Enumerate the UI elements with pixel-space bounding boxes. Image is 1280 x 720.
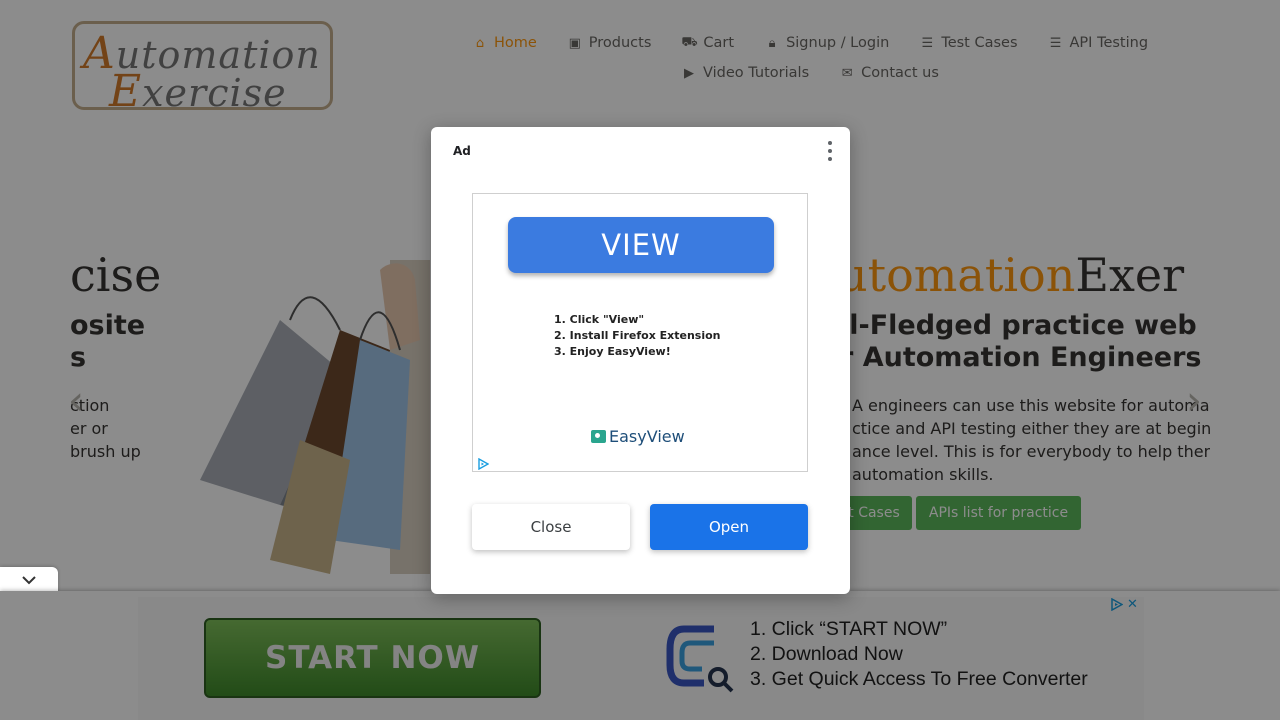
close-ad-button[interactable]: Close — [472, 504, 630, 550]
open-ad-button[interactable]: Open — [650, 504, 808, 550]
chevron-down-icon — [22, 576, 36, 585]
ad-steps: 1. Click "View" 2. Install Firefox Exten… — [554, 313, 721, 358]
bottom-ad-banner: START NOW 1. Click “START NOW” 2. Downlo… — [0, 591, 1280, 720]
more-options-icon[interactable] — [826, 141, 834, 161]
adchoices-icon[interactable] — [1110, 598, 1123, 611]
bottom-ad-steps: 1. Click “START NOW” 2. Download Now 3. … — [750, 618, 1088, 690]
bottom-ad-collapse-tab[interactable] — [0, 567, 58, 593]
ad-view-button[interactable]: VIEW — [508, 217, 774, 273]
adchoices[interactable]: ✕ — [1110, 597, 1138, 612]
easyview-logo: EasyView — [591, 427, 685, 446]
converter-logo-icon — [666, 625, 734, 693]
bottom-ad-creative[interactable]: START NOW 1. Click “START NOW” 2. Downlo… — [138, 597, 1144, 720]
ad-creative[interactable]: VIEW 1. Click "View" 2. Install Firefox … — [472, 193, 808, 472]
adchoices-icon[interactable] — [477, 458, 489, 470]
close-ad-icon[interactable]: ✕ — [1127, 597, 1138, 612]
start-now-button[interactable]: START NOW — [204, 618, 541, 698]
interstitial-ad-dialog: Ad VIEW 1. Click "View" 2. Install Firef… — [431, 127, 850, 594]
easyview-icon — [591, 430, 606, 443]
ad-label: Ad — [453, 144, 471, 158]
